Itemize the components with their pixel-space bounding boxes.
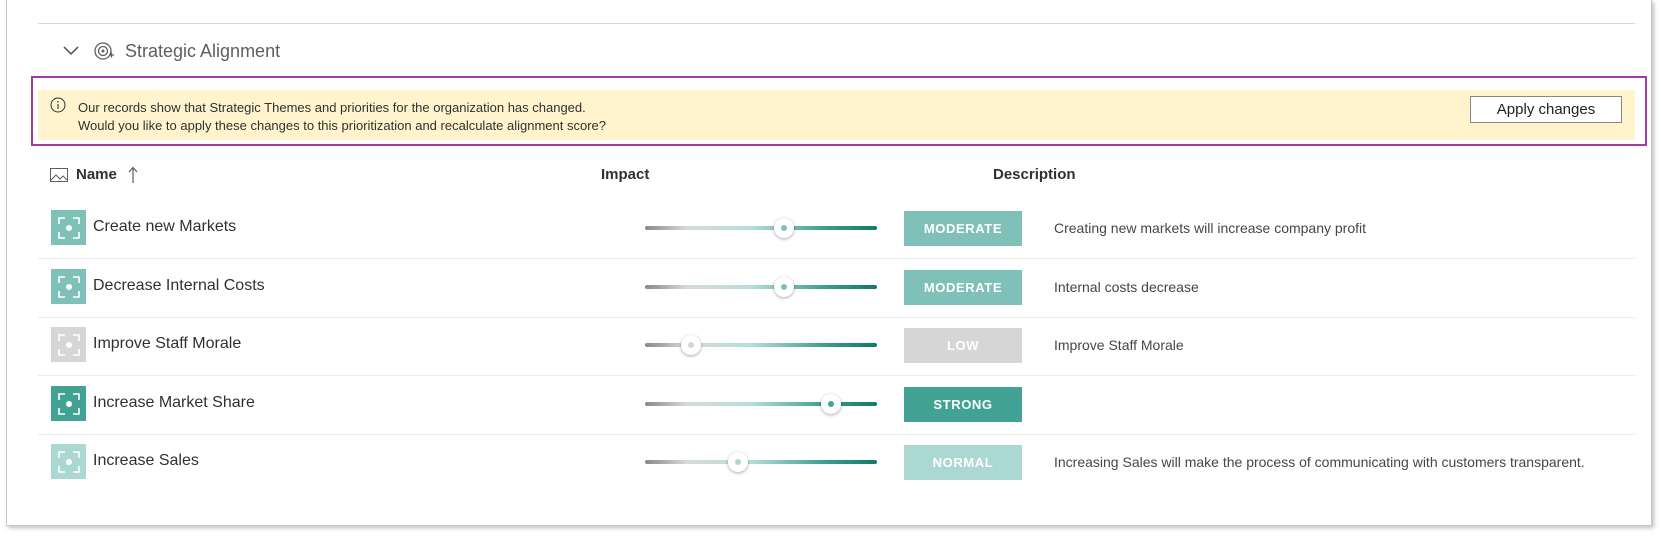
row-name[interactable]: Increase Sales — [93, 452, 199, 470]
slider-thumb[interactable] — [820, 394, 841, 414]
theme-focus-icon — [51, 327, 86, 362]
strategy-change-banner: Our records show that Strategic Themes a… — [38, 90, 1635, 140]
impact-badge: STRONG — [904, 387, 1022, 422]
info-icon — [50, 97, 66, 113]
theme-focus-icon — [51, 210, 86, 245]
top-divider — [38, 23, 1635, 24]
row-name[interactable]: Improve Staff Morale — [93, 335, 241, 353]
row-description: Creating new markets will increase compa… — [1054, 220, 1367, 236]
strategic-alignment-panel: Strategic Alignment Our records show tha… — [6, 0, 1652, 526]
impact-slider[interactable] — [645, 277, 877, 297]
row-description: Increasing Sales will make the process o… — [1054, 454, 1585, 470]
slider-thumb-dot — [688, 342, 695, 348]
banner-line-1: Our records show that Strategic Themes a… — [78, 100, 586, 115]
table-row[interactable]: Increase Market Share STRONG — [38, 373, 1635, 435]
table-row[interactable]: Increase Sales NORMAL Increasing Sales w… — [38, 431, 1635, 493]
impact-badge: MODERATE — [904, 270, 1022, 305]
table-row[interactable]: Decrease Internal Costs MODERATE Interna… — [38, 256, 1635, 318]
slider-thumb[interactable] — [727, 452, 748, 472]
banner-message: Our records show that Strategic Themes a… — [78, 99, 606, 135]
alignment-target-icon — [93, 40, 115, 62]
slider-thumb[interactable] — [774, 277, 795, 297]
slider-thumb-dot — [827, 401, 834, 407]
image-column-icon — [50, 168, 68, 182]
slider-thumb-dot — [734, 459, 741, 465]
row-name[interactable]: Decrease Internal Costs — [93, 277, 265, 295]
apply-changes-button[interactable]: Apply changes — [1470, 96, 1622, 123]
impact-slider[interactable] — [645, 218, 877, 238]
table-row[interactable]: Create new Markets MODERATE Creating new… — [38, 197, 1635, 259]
theme-focus-icon — [51, 386, 86, 421]
impact-slider[interactable] — [645, 394, 877, 414]
section-header[interactable]: Strategic Alignment — [61, 36, 280, 66]
banner-line-2: Would you like to apply these changes to… — [78, 118, 607, 133]
row-name[interactable]: Increase Market Share — [93, 394, 255, 412]
slider-thumb[interactable] — [681, 335, 702, 355]
row-name[interactable]: Create new Markets — [93, 218, 236, 236]
sort-ascending-icon[interactable] — [128, 166, 138, 184]
impact-badge: MODERATE — [904, 211, 1022, 246]
impact-slider[interactable] — [645, 335, 877, 355]
column-header-impact[interactable]: Impact — [601, 166, 649, 183]
section-title: Strategic Alignment — [125, 40, 281, 61]
slider-thumb-dot — [781, 225, 788, 231]
row-description: Internal costs decrease — [1054, 279, 1199, 295]
row-description: Improve Staff Morale — [1054, 337, 1184, 353]
slider-thumb[interactable] — [774, 218, 795, 238]
table-row[interactable]: Improve Staff Morale LOW Improve Staff M… — [38, 314, 1635, 376]
column-header-description[interactable]: Description — [993, 166, 1076, 183]
chevron-down-icon[interactable] — [61, 41, 81, 61]
impact-badge: NORMAL — [904, 445, 1022, 480]
theme-focus-icon — [51, 444, 86, 479]
impact-slider[interactable] — [645, 452, 877, 472]
impact-badge: LOW — [904, 328, 1022, 363]
theme-focus-icon — [51, 269, 86, 304]
slider-thumb-dot — [781, 284, 788, 290]
column-header-name[interactable]: Name — [76, 166, 117, 183]
